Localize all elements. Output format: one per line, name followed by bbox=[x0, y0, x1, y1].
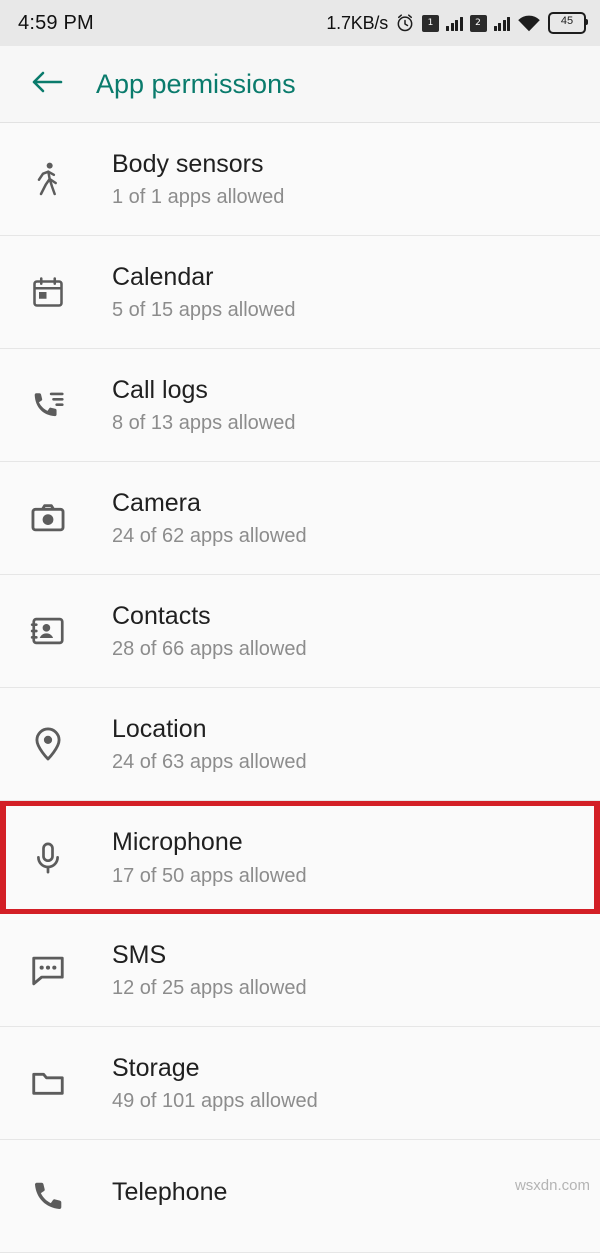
list-item-title: Microphone bbox=[112, 828, 243, 857]
watermark: wsxdn.com bbox=[514, 1177, 590, 1194]
list-item-subtitle: 1 of 1 apps allowed bbox=[112, 186, 285, 209]
list-item-text: Telephone bbox=[112, 1177, 227, 1214]
status-clock: 4:59 PM bbox=[18, 11, 94, 34]
back-button[interactable] bbox=[26, 63, 68, 105]
alarm-icon bbox=[395, 13, 415, 33]
list-item-title: Call logs bbox=[112, 375, 208, 404]
app-bar: App permissions bbox=[0, 46, 600, 123]
list-item-camera[interactable]: Camera 24 of 62 apps allowed bbox=[0, 462, 600, 575]
page-title: App permissions bbox=[96, 68, 296, 99]
calendar-icon bbox=[22, 274, 74, 310]
list-item-title: Camera bbox=[112, 488, 201, 517]
call-logs-icon bbox=[22, 386, 74, 424]
list-item-subtitle: 28 of 66 apps allowed bbox=[112, 638, 307, 661]
status-bar: 4:59 PM 1.7KB/s 1 2 45 bbox=[0, 0, 600, 46]
list-item-storage[interactable]: Storage 49 of 101 apps allowed bbox=[0, 1027, 600, 1140]
list-item-title: Telephone bbox=[112, 1178, 228, 1207]
body-sensors-icon bbox=[22, 159, 74, 199]
list-item-title: Location bbox=[112, 714, 207, 743]
sim2-signal-icon bbox=[493, 15, 510, 31]
telephone-icon bbox=[22, 1177, 74, 1215]
back-arrow-icon bbox=[31, 68, 63, 101]
sim1-badge: 1 bbox=[422, 14, 439, 32]
list-item-text: Microphone 17 of 50 apps allowed bbox=[112, 827, 307, 887]
sim2-badge: 2 bbox=[469, 14, 487, 32]
sim1-signal-icon bbox=[446, 15, 463, 31]
list-item-location[interactable]: Location 24 of 63 apps allowed bbox=[0, 688, 600, 801]
battery-icon: 45 bbox=[548, 12, 588, 34]
wifi-icon bbox=[517, 14, 541, 33]
list-item-title: Storage bbox=[112, 1053, 200, 1082]
microphone-icon bbox=[22, 840, 74, 876]
location-pin-icon bbox=[22, 725, 74, 763]
storage-folder-icon bbox=[22, 1064, 74, 1102]
list-item-text: Contacts 28 of 66 apps allowed bbox=[112, 601, 307, 661]
network-speed-label: 1.7KB/s bbox=[326, 12, 388, 33]
list-item-text: Body sensors 1 of 1 apps allowed bbox=[112, 149, 284, 209]
contacts-icon bbox=[22, 612, 74, 650]
list-item-subtitle: 49 of 101 apps allowed bbox=[112, 1090, 318, 1113]
status-icons: 1.7KB/s 1 2 45 bbox=[326, 12, 588, 34]
permissions-list: Body sensors 1 of 1 apps allowed Calenda… bbox=[0, 123, 600, 1253]
list-item-subtitle: 12 of 25 apps allowed bbox=[112, 977, 307, 1000]
list-item-microphone[interactable]: Microphone 17 of 50 apps allowed bbox=[0, 801, 600, 914]
list-item-contacts[interactable]: Contacts 28 of 66 apps allowed bbox=[0, 575, 600, 688]
list-item-sms[interactable]: SMS 12 of 25 apps allowed bbox=[0, 914, 600, 1027]
list-item-subtitle: 24 of 62 apps allowed bbox=[112, 525, 307, 548]
list-item-title: Calendar bbox=[112, 262, 214, 291]
list-item-body-sensors[interactable]: Body sensors 1 of 1 apps allowed bbox=[0, 123, 600, 236]
list-item-subtitle: 8 of 13 apps allowed bbox=[112, 412, 296, 435]
list-item-call-logs[interactable]: Call logs 8 of 13 apps allowed bbox=[0, 349, 600, 462]
list-item-title: Body sensors bbox=[112, 149, 264, 178]
list-item-title: Contacts bbox=[112, 601, 211, 630]
sms-icon bbox=[22, 951, 74, 989]
list-item-text: Calendar 5 of 15 apps allowed bbox=[112, 262, 295, 322]
list-item-title: SMS bbox=[112, 940, 167, 969]
list-item-subtitle: 24 of 63 apps allowed bbox=[112, 751, 307, 774]
list-item-calendar[interactable]: Calendar 5 of 15 apps allowed bbox=[0, 236, 600, 349]
list-item-subtitle: 5 of 15 apps allowed bbox=[112, 299, 296, 322]
list-item-text: Call logs 8 of 13 apps allowed bbox=[112, 375, 295, 435]
list-item-text: Location 24 of 63 apps allowed bbox=[112, 714, 307, 774]
camera-icon bbox=[22, 499, 74, 537]
list-item-text: Storage 49 of 101 apps allowed bbox=[112, 1053, 318, 1113]
list-item-text: SMS 12 of 25 apps allowed bbox=[112, 940, 307, 1000]
list-item-text: Camera 24 of 62 apps allowed bbox=[112, 488, 307, 548]
list-item-subtitle: 17 of 50 apps allowed bbox=[112, 864, 307, 887]
list-item-telephone[interactable]: Telephone bbox=[0, 1140, 600, 1253]
